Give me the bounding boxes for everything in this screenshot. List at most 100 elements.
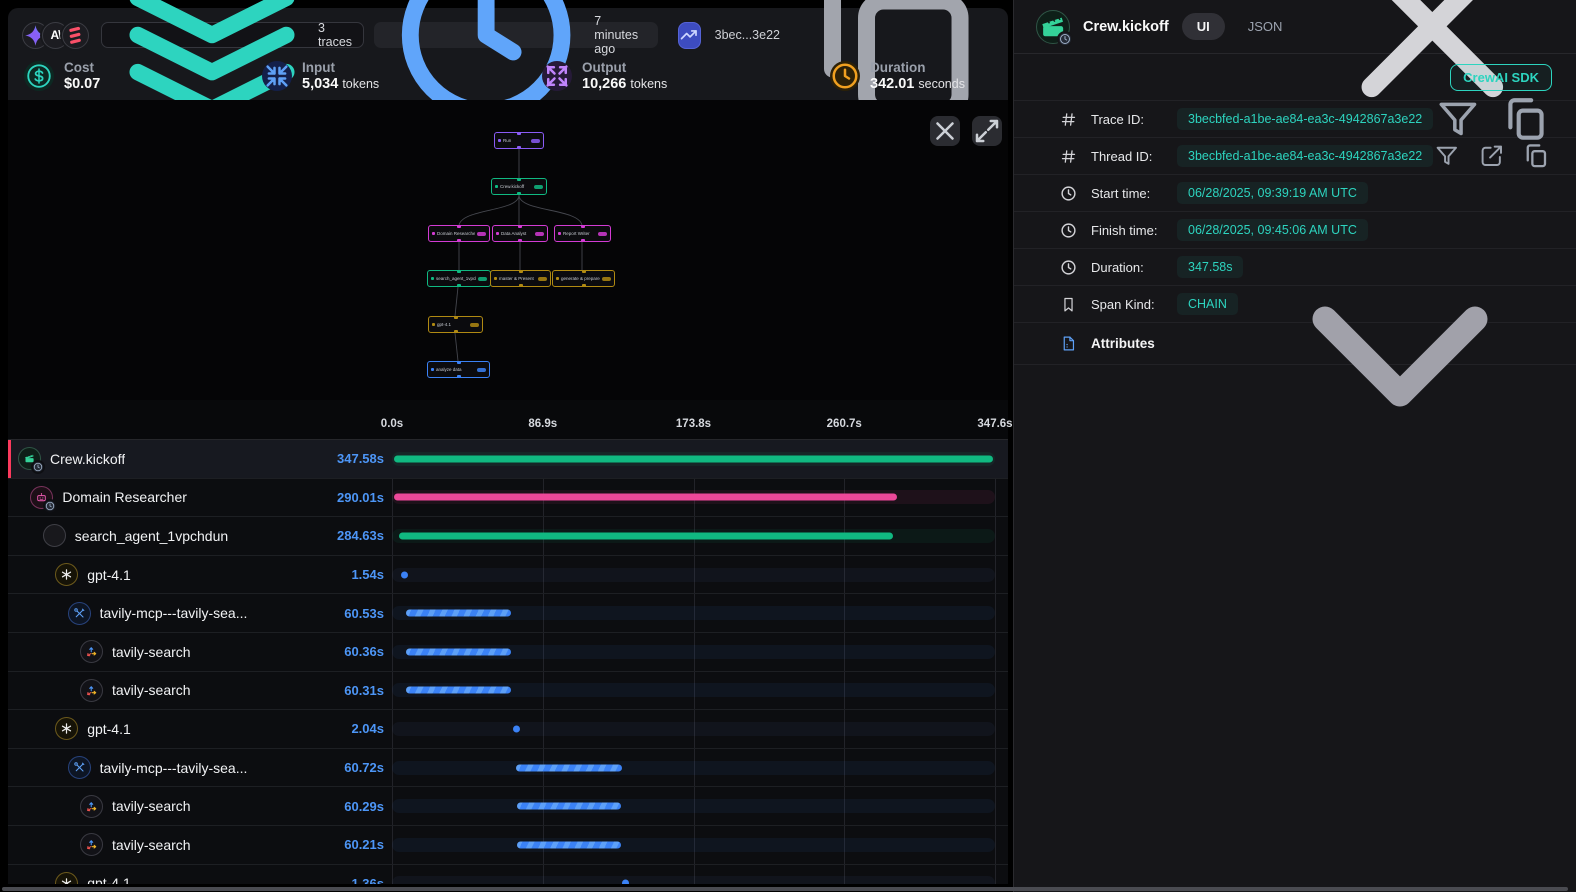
span-label-cell: tavily-search 60.29s [8,787,392,825]
horizontal-scrollbar[interactable] [0,886,1576,892]
span-row[interactable]: tavily-search 60.36s [8,633,1008,672]
traces-count-badge[interactable]: 3 traces [101,22,364,48]
span-name: tavily-mcp---tavily-sea... [100,605,248,621]
trace-metrics-button[interactable] [678,22,700,49]
span-bar-cell [392,479,995,517]
trending-icon [679,25,699,45]
graph-node-label: gpt-4.1 [437,322,468,327]
arrows-in-icon [262,61,292,91]
span-row[interactable]: Domain Researcher 290.01s [8,479,1008,518]
provider-avatars: A\ [22,22,89,49]
graph-node[interactable]: generate & prepare [552,270,615,287]
graph-node[interactable]: Run [494,132,544,149]
scrollbar-thumb[interactable] [2,887,1568,891]
metric-value: $0.07 [64,76,100,92]
filter-icon[interactable] [1433,142,1461,170]
hash-icon [1060,111,1077,128]
span-label-cell: gpt-4.1 1.54s [8,556,392,594]
metric-cost: Cost $0.07 [24,60,262,93]
graph-node[interactable]: analyze data [427,361,490,378]
span-row[interactable]: gpt-4.1 1.36s [8,865,1008,884]
span-waterfall: Crew.kickoff 347.58s Domain Researcher 2… [8,439,1008,884]
graph-actions [930,116,1002,146]
span-name: Crew.kickoff [50,451,125,467]
span-bar [517,841,621,848]
hash-icon [1060,148,1077,165]
metric-value: 10,266 tokens [582,76,667,92]
timeline-axis: 0.0s86.9s173.8s260.7s347.6s [8,400,1008,439]
external-link-icon[interactable] [1478,142,1506,170]
span-label-cell: search_agent_1vpchdun 284.63s [8,517,392,555]
span-bar [516,764,622,771]
trace-view: A\ 3 traces 7 minutes ago 3bec...3e22 [0,0,1013,892]
span-name: tavily-search [112,798,191,814]
span-row[interactable]: tavily-search 60.31s [8,672,1008,711]
span-bar-cell [392,787,995,825]
span-duration: 60.36s [344,644,384,659]
bookmark-icon [1060,296,1077,313]
span-bar [394,494,897,501]
file-icon [1060,335,1077,352]
graph-node[interactable]: master & Present [490,270,551,287]
span-bar-cell [392,865,995,884]
clock-subbadge-icon [31,460,45,474]
span-bar-track [392,722,995,736]
trace-summary-card: A\ 3 traces 7 minutes ago 3bec...3e22 [8,8,1008,100]
tab-ui[interactable]: UI [1182,13,1225,40]
summary-top-row: A\ 3 traces 7 minutes ago 3bec...3e22 [8,8,1008,52]
span-duration: 60.21s [344,837,384,852]
span-name: gpt-4.1 [87,567,131,583]
span-row[interactable]: tavily-search 60.29s [8,787,1008,826]
span-bar-track [392,761,995,775]
graph-node-label: search_agent_1vpchdun [436,276,476,281]
attributes-section[interactable]: Attributes [1014,323,1576,365]
expand-graph-button[interactable] [972,116,1002,146]
span-bar [513,725,520,732]
copy-icon[interactable] [1500,94,1550,144]
span-bar [517,803,621,810]
crewai-span-icon [1036,10,1070,44]
graph-node[interactable]: Crew.kickoff [491,178,547,195]
span-row[interactable]: search_agent_1vpchdun 284.63s [8,517,1008,556]
copy-icon[interactable] [1522,142,1550,170]
span-row[interactable]: tavily-mcp---tavily-sea... 60.53s [8,594,1008,633]
detail-field-row: Trace ID: 3becbfed-a1be-ae84-ea3c-494286… [1014,101,1576,138]
span-label-cell: gpt-4.1 1.36s [8,865,392,884]
field-label: Thread ID: [1091,149,1177,164]
span-bar [406,648,510,655]
graph-node[interactable]: Domain Researcher [428,225,490,242]
graph-node[interactable]: gpt-4.1 [428,316,483,333]
graph-node[interactable]: search_agent_1vpchdun [427,270,491,287]
field-actions [1433,94,1550,144]
span-row[interactable]: tavily-mcp---tavily-sea... 60.72s [8,749,1008,788]
openai-icon [55,563,78,586]
close-graph-button[interactable] [930,116,960,146]
tab-json[interactable]: JSON [1248,19,1283,34]
timeline-tick: 347.6s [977,418,1012,430]
field-label: Start time: [1091,186,1177,201]
clock-subbadge-icon [1057,31,1073,47]
span-label-cell: tavily-search 60.21s [8,826,392,864]
chevron-down-icon[interactable] [1250,194,1550,494]
traces-count-label: 3 traces [318,21,352,49]
graph-node[interactable]: Data Analyst [492,225,548,242]
span-duration: 60.72s [344,760,384,775]
span-name: Domain Researcher [62,489,187,505]
span-bar-cell [392,672,995,710]
metric-label: Cost [64,60,100,77]
span-row[interactable]: tavily-search 60.21s [8,826,1008,865]
span-bar-cell [392,440,995,478]
timeline-tick: 86.9s [528,418,557,430]
span-bar-track [392,568,995,582]
span-duration: 284.63s [337,528,384,543]
span-row[interactable]: gpt-4.1 2.04s [8,710,1008,749]
filter-icon[interactable] [1433,94,1483,144]
span-label-cell: tavily-search 60.31s [8,672,392,710]
metric-value: 5,034 tokens [302,76,379,92]
span-row[interactable]: gpt-4.1 1.54s [8,556,1008,595]
arrows-out-icon [542,61,572,91]
graph-node[interactable]: Report Writer [554,225,611,242]
span-row[interactable]: Crew.kickoff 347.58s [8,440,1008,479]
graph-node-label: Run [503,138,529,143]
span-label-cell: tavily-search 60.36s [8,633,392,671]
